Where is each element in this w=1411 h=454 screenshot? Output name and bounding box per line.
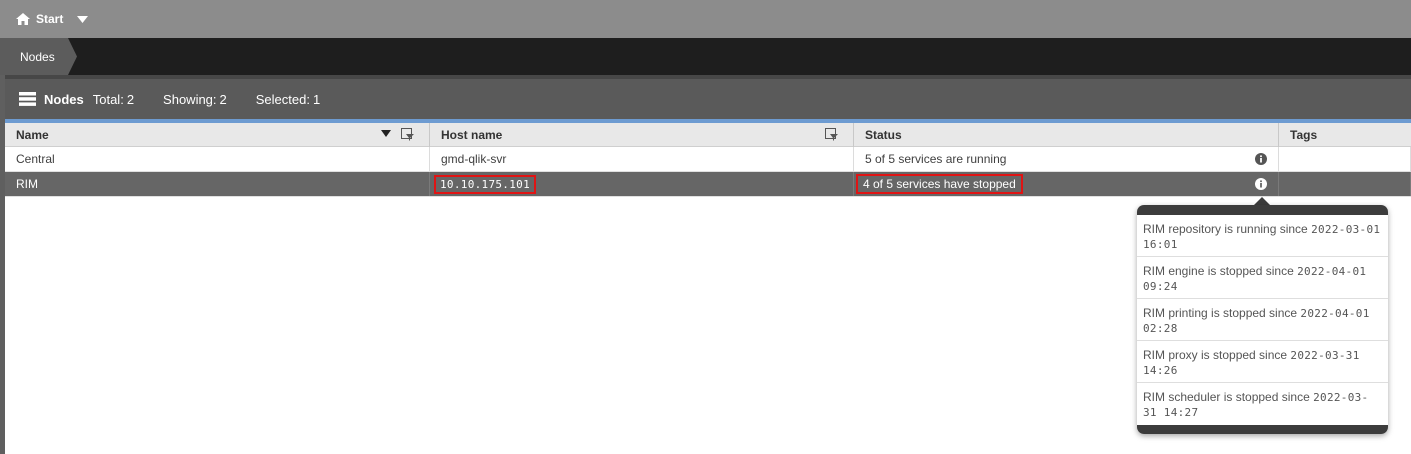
filter-icon[interactable] (401, 128, 415, 141)
breadcrumb-label: Nodes (20, 49, 55, 64)
popup-item: RIM printing is stopped since 2022-04-01… (1137, 299, 1388, 341)
cell-tags (1279, 172, 1411, 196)
filter-icon[interactable] (825, 128, 839, 141)
highlighted-status: 4 of 5 services have stopped (856, 174, 1023, 194)
showing-count: Showing: 2 (163, 91, 227, 107)
start-button[interactable]: Start (16, 12, 94, 26)
cell-host-name: 10.10.175.101 (430, 172, 854, 196)
popup-footer (1137, 425, 1388, 434)
caret-down-icon[interactable] (77, 15, 89, 23)
info-icon[interactable] (1255, 178, 1267, 190)
table-header: Name Host name Status Tags (5, 123, 1411, 147)
cell-host-name: gmd-qlik-svr (430, 147, 854, 171)
sort-descending-icon[interactable] (381, 130, 391, 137)
cell-status: 4 of 5 services have stopped (854, 172, 1279, 196)
popup-header (1137, 205, 1388, 215)
popup-item: RIM engine is stopped since 2022-04-01 0… (1137, 257, 1388, 299)
column-header-tags[interactable]: Tags (1279, 123, 1411, 147)
popup-item: RIM repository is running since 2022-03-… (1137, 215, 1388, 257)
start-label: Start (36, 12, 64, 26)
cell-name: Central (5, 147, 430, 171)
highlighted-host-name: 10.10.175.101 (434, 174, 536, 194)
top-bar: Start (0, 0, 1411, 38)
nodes-table: Name Host name Status Tags Central gmd-q… (5, 123, 1411, 197)
nodes-header-panel: Nodes Total: 2 Showing: 2 Selected: 1 (5, 75, 1411, 119)
column-header-host-name[interactable]: Host name (430, 123, 854, 147)
server-icon (19, 92, 36, 106)
breadcrumb-bar: Nodes (0, 38, 1411, 75)
breadcrumb-item-nodes[interactable]: Nodes (0, 38, 76, 75)
cell-tags (1279, 147, 1411, 171)
panel-title: Nodes (44, 91, 84, 107)
table-row-selected[interactable]: RIM 10.10.175.101 4 of 5 services have s… (5, 172, 1411, 197)
services-status-popup: RIM repository is running since 2022-03-… (1137, 205, 1388, 434)
info-icon[interactable] (1255, 153, 1267, 165)
home-icon (16, 13, 30, 25)
total-count: Total: 2 (92, 91, 135, 107)
selected-count: Selected: 1 (255, 91, 321, 107)
popup-item: RIM scheduler is stopped since 2022-03-3… (1143, 390, 1369, 419)
cell-name: RIM (5, 172, 430, 196)
column-header-name[interactable]: Name (5, 123, 430, 147)
table-row[interactable]: Central gmd-qlik-svr 5 of 5 services are… (5, 147, 1411, 172)
cell-status: 5 of 5 services are running (854, 147, 1279, 171)
popup-item: RIM proxy is stopped since 2022-03-31 14… (1137, 341, 1388, 383)
column-header-status[interactable]: Status (854, 123, 1279, 147)
